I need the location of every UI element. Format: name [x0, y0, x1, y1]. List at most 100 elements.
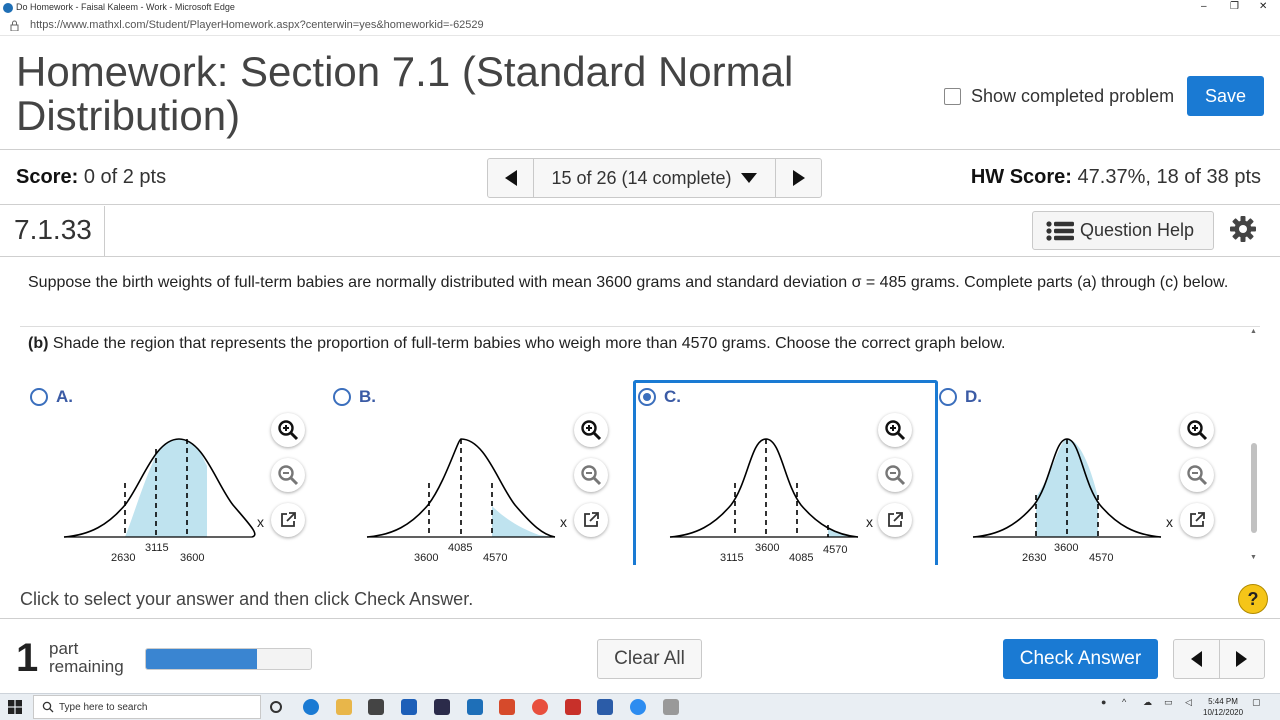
- choice-letter: B.: [359, 387, 376, 406]
- tick-label: 4570: [1089, 552, 1113, 564]
- score: Score: 0 of 2 pts: [16, 166, 166, 189]
- edge-icon[interactable]: [303, 699, 319, 715]
- scroll-up-icon[interactable]: ▲: [1250, 328, 1257, 335]
- zoom-icon[interactable]: [630, 699, 646, 715]
- onedrive-icon[interactable]: ☁: [1143, 697, 1152, 708]
- url-text[interactable]: https://www.mathxl.com/Student/PlayerHom…: [30, 19, 484, 31]
- clock-time: 5:44 PM: [1208, 697, 1238, 706]
- save-button[interactable]: Save: [1187, 76, 1264, 116]
- radio-button[interactable]: [638, 388, 656, 406]
- triangle-left-icon: [1190, 651, 1202, 667]
- help-tray-icon[interactable]: ●: [1101, 697, 1106, 707]
- scrollbar-thumb[interactable]: [1251, 443, 1257, 533]
- battery-icon[interactable]: ▭: [1164, 697, 1173, 708]
- hw-score-label: HW Score:: [970, 166, 1072, 188]
- windows-taskbar: Type here to search ● ^ ☁ ▭ ◁ 5:44 PM 10…: [0, 693, 1280, 720]
- restore-icon[interactable]: ❐: [1230, 1, 1239, 12]
- tick-label: 3600: [180, 552, 204, 564]
- open-in-new-window-button[interactable]: [878, 503, 912, 537]
- previous-button[interactable]: [1174, 640, 1220, 678]
- choice-a[interactable]: A. 2630 3115 3600 x: [30, 380, 335, 565]
- hw-score-value: 47.37%, 18 of 38 pts: [1077, 166, 1261, 188]
- lock-icon: [10, 20, 19, 31]
- zoom-in-icon: [581, 420, 602, 441]
- problem-statement: Suppose the birth weights of full-term b…: [28, 274, 1229, 291]
- tick-label: 2630: [1022, 552, 1046, 564]
- zoom-in-button[interactable]: [878, 413, 912, 447]
- open-in-new-window-button[interactable]: [271, 503, 305, 537]
- triangle-left-icon: [504, 170, 517, 186]
- dropbox-icon[interactable]: [401, 699, 417, 715]
- clear-all-button[interactable]: Clear All: [597, 639, 702, 679]
- zoom-in-icon: [1187, 420, 1208, 441]
- taskbar-search[interactable]: Type here to search: [33, 695, 261, 719]
- notifications-icon[interactable]: ▢: [1252, 697, 1261, 708]
- question-position: 15 of 26 (14 complete): [551, 167, 732, 188]
- score-value: 0 of 2 pts: [83, 166, 167, 188]
- check-answer-button[interactable]: Check Answer: [1003, 639, 1158, 679]
- windows-start-icon[interactable]: [8, 700, 22, 714]
- search-icon: [42, 701, 54, 713]
- part-instruction: (b) Shade the region that represents the…: [28, 335, 1005, 353]
- radio-button[interactable]: [30, 388, 48, 406]
- address-bar[interactable]: https://www.mathxl.com/Student/PlayerHom…: [0, 16, 1280, 36]
- zoom-out-icon: [885, 465, 906, 486]
- axis-label: x: [560, 514, 567, 530]
- instructions-text: Click to select your answer and then cli…: [20, 589, 474, 609]
- choice-c[interactable]: C. 3115 3600 4085 4570 x: [633, 380, 938, 565]
- minimize-icon[interactable]: –: [1201, 1, 1207, 12]
- radio-button[interactable]: [333, 388, 351, 406]
- zoom-out-button[interactable]: [1180, 458, 1214, 492]
- zoom-out-button[interactable]: [878, 458, 912, 492]
- word-icon[interactable]: [597, 699, 613, 715]
- tick-label: 3600: [1054, 542, 1078, 554]
- chrome-icon[interactable]: [532, 699, 548, 715]
- mail-icon[interactable]: [467, 699, 483, 715]
- bottom-navigator: [1173, 639, 1265, 679]
- office-icon[interactable]: [499, 699, 515, 715]
- show-completed-toggle[interactable]: Show completed problem: [944, 86, 1174, 106]
- tick-label: 3115: [720, 552, 744, 564]
- shaded-region: [492, 506, 555, 537]
- list-icon: [1046, 220, 1074, 241]
- radio-button[interactable]: [939, 388, 957, 406]
- previous-question-button[interactable]: [488, 159, 534, 197]
- zoom-out-button[interactable]: [574, 458, 608, 492]
- scroll-down-icon[interactable]: ▼: [1250, 554, 1257, 561]
- zoom-out-icon: [278, 465, 299, 486]
- help-icon[interactable]: ?: [1238, 584, 1268, 614]
- chevron-up-icon[interactable]: ^: [1122, 697, 1126, 707]
- divider: [104, 206, 105, 256]
- radio-dot: [643, 393, 651, 401]
- file-explorer-icon[interactable]: [336, 699, 352, 715]
- next-button[interactable]: [1220, 640, 1265, 678]
- open-in-new-window-button[interactable]: [574, 503, 608, 537]
- app-icon[interactable]: [663, 699, 679, 715]
- close-icon[interactable]: ✕: [1259, 1, 1267, 12]
- zoom-in-button[interactable]: [574, 413, 608, 447]
- question-selector[interactable]: 15 of 26 (14 complete): [534, 159, 775, 197]
- acrobat-icon[interactable]: [565, 699, 581, 715]
- external-link-icon: [584, 512, 599, 527]
- system-clock[interactable]: 5:44 PM 10/12/2020: [1203, 696, 1243, 718]
- open-in-new-window-button[interactable]: [1180, 503, 1214, 537]
- show-completed-checkbox[interactable]: [944, 87, 961, 105]
- zoom-in-button[interactable]: [1180, 413, 1214, 447]
- normal-curve-graph: 3600 4085 4570 x: [366, 438, 567, 564]
- zoom-out-button[interactable]: [271, 458, 305, 492]
- cortana-icon[interactable]: [270, 701, 282, 713]
- zoom-in-button[interactable]: [271, 413, 305, 447]
- store-icon[interactable]: [368, 699, 384, 715]
- app-icon[interactable]: [434, 699, 450, 715]
- scrollbar[interactable]: ▲ ▼: [1249, 328, 1259, 564]
- question-help-button[interactable]: Question Help: [1032, 211, 1214, 250]
- gear-icon[interactable]: [1229, 215, 1257, 243]
- choice-d[interactable]: D. 2630 3600 4570 x: [939, 380, 1244, 565]
- tick-label: 2630: [111, 552, 135, 564]
- volume-icon[interactable]: ◁: [1185, 697, 1192, 708]
- next-question-button[interactable]: [775, 159, 821, 197]
- choice-b[interactable]: B. 3600 4085 4570 x: [333, 380, 638, 565]
- show-completed-label: Show completed problem: [971, 85, 1175, 106]
- clock-date: 10/12/2020: [1203, 708, 1244, 717]
- zoom-in-icon: [278, 420, 299, 441]
